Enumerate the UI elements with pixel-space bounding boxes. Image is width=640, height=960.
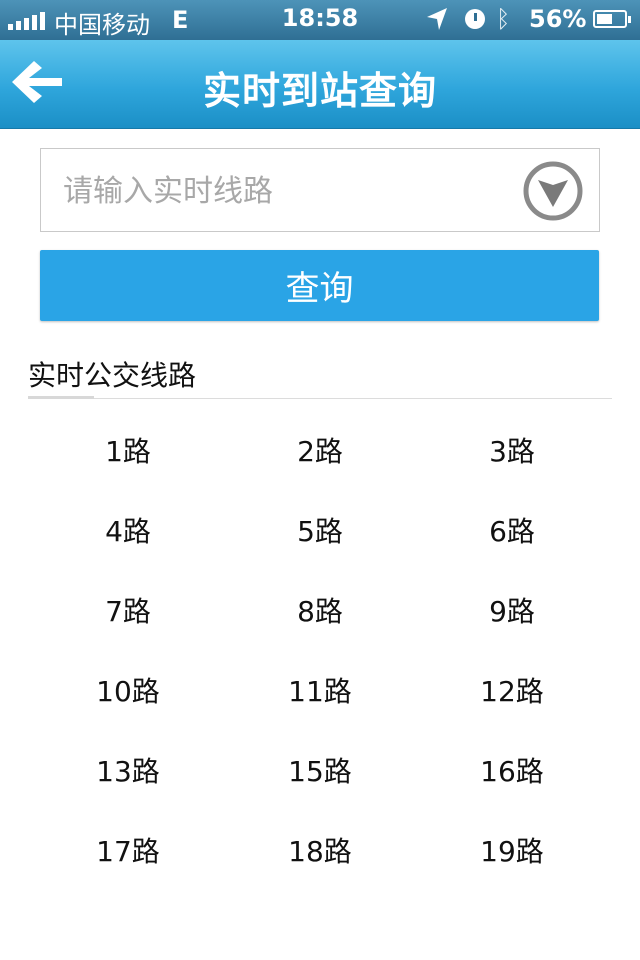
route-item[interactable]: 5路 — [224, 492, 416, 572]
route-item[interactable]: 12路 — [416, 652, 608, 732]
page-title: 实时到站查询 — [202, 69, 437, 113]
alarm-clock-icon — [465, 9, 485, 29]
nav-bar: 实时到站查询 — [0, 40, 640, 129]
location-icon — [427, 8, 447, 30]
chevron-down-circle-icon[interactable] — [523, 161, 583, 221]
section-title: 实时公交线路 — [28, 359, 197, 392]
route-item[interactable]: 6路 — [416, 492, 608, 572]
route-item[interactable]: 11路 — [224, 652, 416, 732]
query-button[interactable]: 查询 — [40, 250, 599, 321]
status-bar: 中国移动 E 18:58 ᛒ 56% — [0, 0, 640, 40]
route-item[interactable]: 18路 — [224, 812, 416, 892]
route-item[interactable]: 1路 — [32, 412, 224, 492]
route-item[interactable]: 3路 — [416, 412, 608, 492]
route-grid: 1路 2路 3路 4路 5路 6路 7路 8路 9路 10路 11路 12路 13路 15路 16路 17路 1… — [32, 412, 608, 920]
route-item[interactable] — [224, 892, 416, 920]
route-search-box — [40, 148, 600, 233]
route-item[interactable]: 4路 — [32, 492, 224, 572]
route-item[interactable]: 13路 — [32, 732, 224, 812]
route-item[interactable]: 9路 — [416, 572, 608, 652]
route-item[interactable] — [32, 892, 224, 920]
route-item[interactable]: 7路 — [32, 572, 224, 652]
section-divider — [28, 398, 612, 399]
battery-icon — [593, 10, 631, 28]
bluetooth-icon: ᛒ — [496, 5, 511, 33]
route-search-input[interactable] — [61, 149, 525, 233]
route-item[interactable]: 19路 — [416, 812, 608, 892]
route-item[interactable]: 16路 — [416, 732, 608, 812]
route-item[interactable]: 2路 — [224, 412, 416, 492]
route-item[interactable] — [416, 892, 608, 920]
route-item[interactable]: 17路 — [32, 812, 224, 892]
route-item[interactable]: 15路 — [224, 732, 416, 812]
battery-percent: 56% — [529, 5, 587, 33]
route-item[interactable]: 10路 — [32, 652, 224, 732]
route-item[interactable]: 8路 — [224, 572, 416, 652]
section-tab-indicator — [28, 396, 94, 399]
